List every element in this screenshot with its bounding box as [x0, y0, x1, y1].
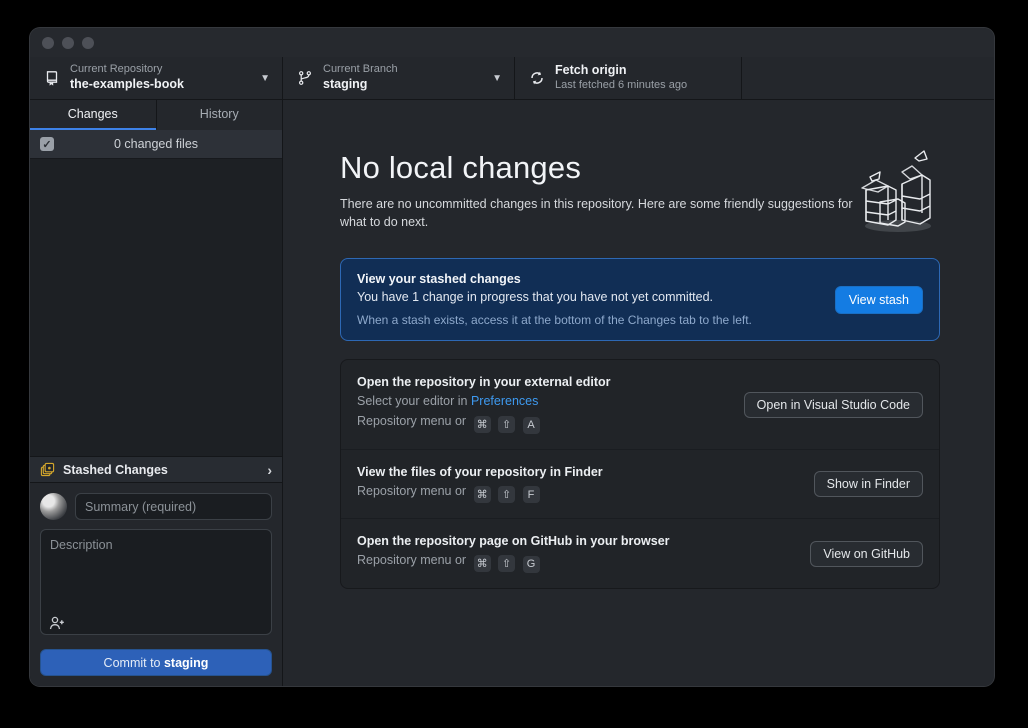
current-branch-label: Current Branch	[323, 63, 398, 77]
suggestion-show-in-finder: View the files of your repository in Fin…	[341, 449, 939, 519]
titlebar	[30, 28, 994, 57]
current-repository-value: the-examples-book	[70, 77, 184, 93]
current-repository-label: Current Repository	[70, 63, 184, 77]
commit-summary-input[interactable]	[75, 493, 272, 520]
tab-history[interactable]: History	[156, 100, 283, 130]
menu-shortcut-text: Repository menu or	[357, 553, 466, 567]
suggestion-title: View the files of your repository in Fin…	[357, 465, 800, 479]
toolbar: Current Repository the-examples-book ▼ C…	[30, 57, 994, 100]
minimize-window-button[interactable]	[62, 37, 74, 49]
sidebar-tabbar: Changes History	[30, 100, 282, 130]
page-title: No local changes	[340, 150, 940, 186]
changes-file-list	[30, 159, 282, 456]
fetch-origin-button[interactable]: Fetch origin Last fetched 6 minutes ago	[515, 57, 742, 99]
menu-shortcut-text: Repository menu or	[357, 484, 466, 498]
commit-button-branch: staging	[164, 656, 208, 670]
sidebar: Changes History ✓ 0 changed files Stashe…	[30, 100, 283, 686]
stashed-changes-row[interactable]: Stashed Changes ›	[30, 456, 282, 483]
view-on-github-button[interactable]: View on GitHub	[810, 541, 923, 567]
user-avatar	[40, 493, 67, 520]
letter-keycap: A	[523, 417, 540, 434]
commit-description-input[interactable]	[40, 529, 272, 635]
current-repository-dropdown[interactable]: Current Repository the-examples-book ▼	[30, 57, 283, 99]
page-subtitle: There are no uncommitted changes in this…	[340, 195, 855, 231]
commit-button-prefix: Commit to	[104, 656, 164, 670]
preferences-link[interactable]: Preferences	[471, 394, 538, 408]
menu-shortcut-text: Repository menu or	[357, 414, 466, 428]
stash-callout: View your stashed changes You have 1 cha…	[340, 258, 940, 341]
stash-callout-hint: When a stash exists, access it at the bo…	[357, 313, 819, 327]
maximize-window-button[interactable]	[82, 37, 94, 49]
repo-book-icon	[44, 70, 60, 86]
cmd-keycap: ⌘	[474, 555, 491, 572]
stash-callout-title: View your stashed changes	[357, 272, 819, 286]
shift-keycap: ⇧	[498, 555, 515, 572]
show-in-finder-button[interactable]: Show in Finder	[814, 471, 923, 497]
letter-keycap: F	[523, 486, 540, 503]
chevron-right-icon: ›	[267, 462, 272, 478]
suggestions-box: Open the repository in your external edi…	[340, 359, 940, 589]
github-desktop-window: Current Repository the-examples-book ▼ C…	[30, 28, 994, 686]
cmd-keycap: ⌘	[474, 486, 491, 503]
view-stash-button[interactable]: View stash	[835, 286, 923, 314]
current-branch-dropdown[interactable]: Current Branch staging ▼	[283, 57, 515, 99]
open-in-editor-button[interactable]: Open in Visual Studio Code	[744, 392, 923, 418]
current-branch-value: staging	[323, 77, 398, 93]
cmd-keycap: ⌘	[474, 416, 491, 433]
tab-changes[interactable]: Changes	[30, 100, 156, 130]
fetch-origin-subtitle: Last fetched 6 minutes ago	[555, 79, 687, 93]
no-changes-illustration	[852, 144, 942, 238]
shift-keycap: ⇧	[498, 486, 515, 503]
suggestion-external-editor: Open the repository in your external edi…	[341, 360, 939, 449]
close-window-button[interactable]	[42, 37, 54, 49]
commit-button[interactable]: Commit to staging	[40, 649, 272, 676]
commit-form: Commit to staging	[30, 483, 282, 686]
sync-icon	[529, 70, 545, 86]
git-branch-icon	[297, 70, 313, 86]
main-content: No local changes There are no uncommitte…	[283, 100, 994, 686]
add-coauthor-icon[interactable]	[49, 615, 65, 631]
shift-keycap: ⇧	[498, 416, 515, 433]
fetch-origin-title: Fetch origin	[555, 63, 687, 79]
letter-keycap: G	[523, 556, 540, 573]
stash-callout-body: You have 1 change in progress that you h…	[357, 290, 819, 304]
stashed-changes-label: Stashed Changes	[63, 463, 267, 477]
chevron-down-icon: ▼	[246, 73, 270, 84]
suggestion-view-on-github: Open the repository page on GitHub in yo…	[341, 518, 939, 588]
editor-line-prefix: Select your editor in	[357, 394, 471, 408]
changed-files-count: 0 changed files	[30, 137, 282, 151]
stash-stack-icon	[40, 462, 55, 477]
suggestion-title: Open the repository in your external edi…	[357, 375, 730, 389]
suggestion-title: Open the repository page on GitHub in yo…	[357, 534, 796, 548]
toolbar-empty-space	[742, 57, 994, 99]
changed-files-header: ✓ 0 changed files	[30, 130, 282, 159]
chevron-down-icon: ▼	[478, 73, 502, 84]
